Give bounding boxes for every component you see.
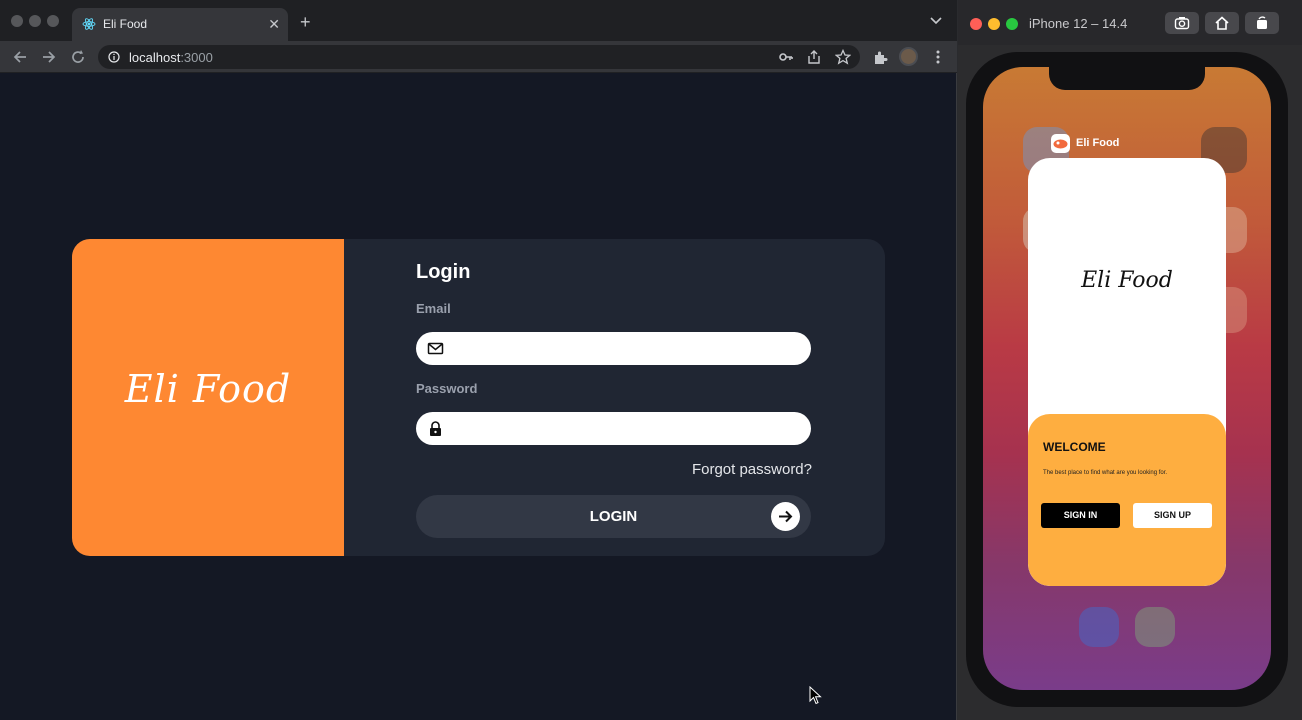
reload-icon[interactable] (69, 48, 87, 66)
login-card: Eli Food Login Email Password Forgot pas… (72, 239, 885, 556)
email-field[interactable] (416, 332, 811, 365)
brand-panel: Eli Food (72, 239, 344, 556)
email-label: Email (416, 301, 451, 316)
screenshot-button[interactable] (1165, 12, 1199, 34)
login-title: Login (416, 261, 471, 283)
close-window-button[interactable] (11, 15, 23, 27)
sign-up-label: SIGN UP (1153, 510, 1191, 520)
sign-up-button[interactable]: SIGN UP (1133, 503, 1212, 528)
address-bar[interactable]: localhost:3000 (98, 45, 860, 69)
lock-icon (430, 421, 441, 436)
welcome-title: WELCOME (1043, 440, 1106, 454)
tab-title: Eli Food (103, 17, 148, 31)
url-port: :3000 (180, 50, 213, 65)
react-icon (82, 18, 96, 30)
simulator-titlebar: iPhone 12 – 14.4 (958, 0, 1302, 45)
url-text: localhost:3000 (129, 50, 213, 65)
info-icon[interactable] (108, 51, 120, 63)
profile-avatar[interactable] (899, 47, 918, 66)
email-input[interactable] (454, 332, 799, 365)
extensions-icon[interactable] (872, 49, 888, 65)
new-tab-icon[interactable]: + (300, 13, 311, 31)
sim-close-button[interactable] (970, 18, 982, 30)
mouse-cursor-icon (809, 686, 822, 705)
home-button[interactable] (1205, 12, 1239, 34)
arrow-right-icon (771, 502, 800, 531)
mail-icon (427, 342, 444, 355)
sign-in-button[interactable]: SIGN IN (1041, 503, 1120, 528)
star-icon[interactable] (835, 49, 851, 65)
back-icon[interactable] (11, 48, 29, 66)
menu-icon[interactable] (930, 49, 946, 65)
blurred-dock-icon (1135, 607, 1175, 647)
tab-search-chevron-icon[interactable] (930, 17, 942, 25)
app-preview-card[interactable]: Eli Food WELCOME The best place to find … (1028, 158, 1226, 586)
rotate-button[interactable] (1245, 12, 1279, 34)
tab-eli-food[interactable]: Eli Food ✕ (72, 8, 288, 41)
share-icon[interactable] (806, 49, 822, 65)
simulator-title: iPhone 12 – 14.4 (1029, 16, 1128, 31)
password-input[interactable] (454, 412, 799, 445)
app-logo: Eli Food (1081, 268, 1173, 293)
browser-window: Eli Food ✕ + localhost:3000 Eli Food Log… (0, 0, 957, 720)
app-icon (1051, 134, 1070, 153)
iphone-notch (1049, 67, 1205, 90)
browser-toolbar: localhost:3000 (0, 41, 957, 73)
camera-icon (1174, 17, 1190, 30)
home-icon (1215, 16, 1229, 30)
forgot-password-link[interactable]: Forgot password? (632, 461, 812, 478)
tab-close-icon[interactable]: ✕ (268, 15, 280, 33)
login-button[interactable]: LOGIN (416, 495, 811, 538)
sign-in-label: SIGN IN (1063, 510, 1098, 520)
url-host: localhost (129, 50, 181, 65)
sim-zoom-button[interactable] (1006, 18, 1018, 30)
forward-icon[interactable] (40, 48, 58, 66)
zoom-window-button[interactable] (47, 15, 59, 27)
key-icon[interactable] (778, 49, 794, 65)
minimize-window-button[interactable] (29, 15, 41, 27)
welcome-subtitle: The best place to find what are you look… (1043, 470, 1168, 476)
rotate-icon (1257, 16, 1267, 29)
blurred-dock-icon (1079, 607, 1119, 647)
welcome-panel: WELCOME The best place to find what are … (1028, 414, 1226, 586)
sim-minimize-button[interactable] (988, 18, 1000, 30)
login-button-label: LOGIN (589, 508, 638, 525)
password-label: Password (416, 381, 478, 396)
app-name: Eli Food (1076, 137, 1120, 149)
brand-logo: Eli Food (124, 367, 292, 411)
password-field[interactable] (416, 412, 811, 445)
tab-strip: Eli Food ✕ + (0, 0, 957, 41)
